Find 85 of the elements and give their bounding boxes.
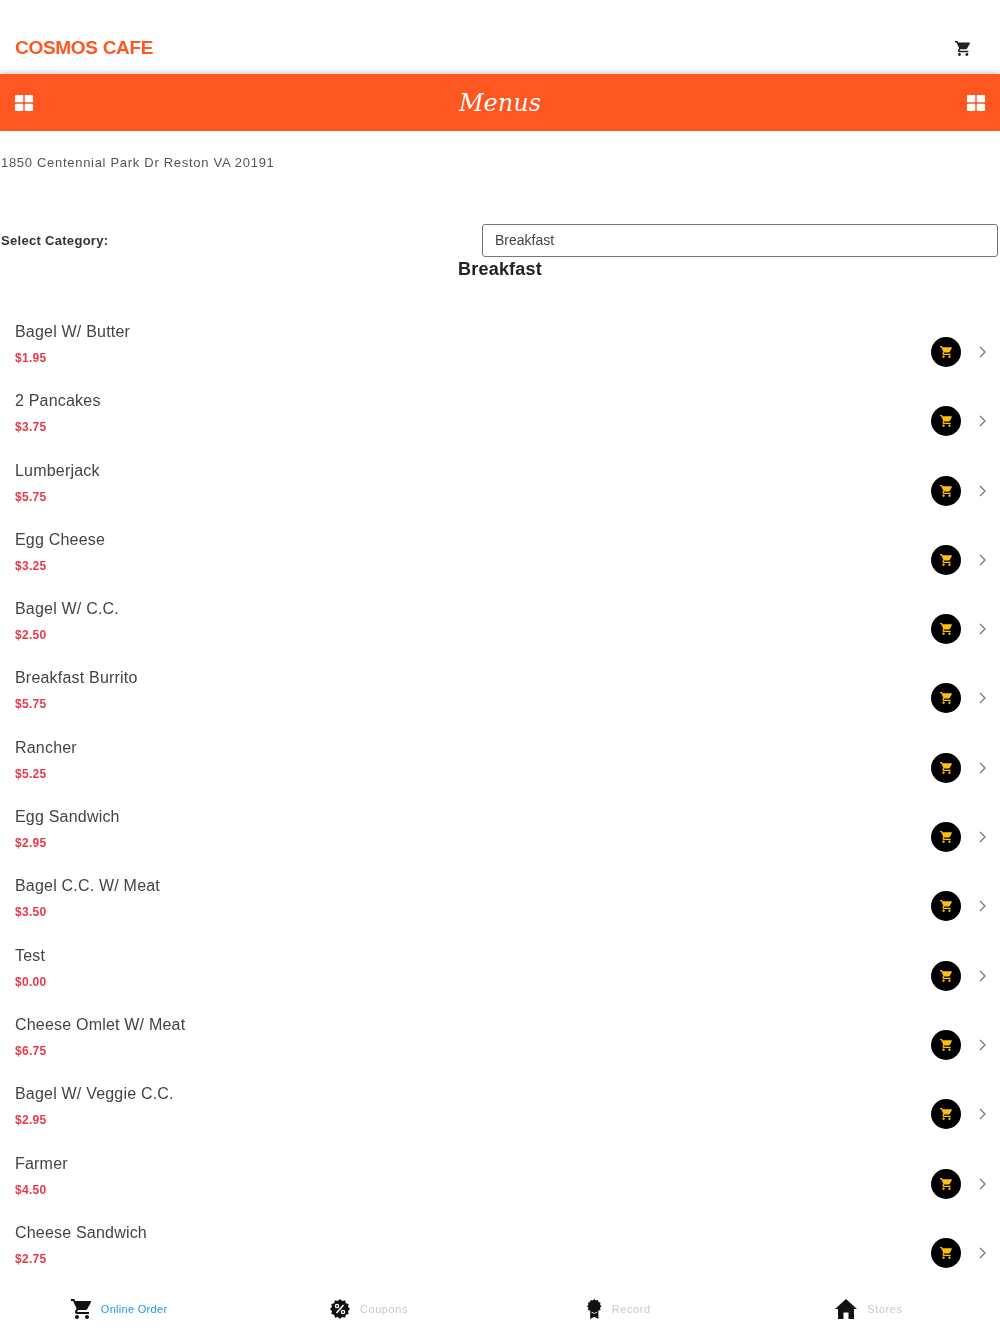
item-name: Egg Sandwich [15,807,120,828]
cart-icon [940,692,952,705]
cart-icon [940,623,952,636]
section-title: Breakfast [458,258,542,280]
add-to-cart-button[interactable] [931,822,961,853]
cart-icon [940,1177,952,1190]
item-price: $6.75 [15,1042,47,1059]
item-name: Cheese Omlet W/ Meat [15,1014,186,1035]
cart-icon [70,1299,91,1319]
cart-icon [955,40,970,56]
item-price: $4.50 [15,1181,47,1198]
item-price: $5.75 [15,696,47,713]
cart-icon [940,1038,952,1051]
add-to-cart-button[interactable] [931,1237,961,1268]
cart-icon [940,831,952,844]
chevron-icon [979,969,986,982]
award-icon [587,1299,602,1319]
chevron-icon [979,623,986,636]
item-price: $0.00 [15,973,47,990]
add-to-cart-button[interactable] [931,1168,961,1199]
item-price: $5.75 [15,488,47,505]
item-name: Bagel C.C. W/ Meat [15,876,160,897]
nav-tab[interactable]: Online Order [70,1299,168,1319]
menu-title: Menus [459,87,541,118]
item-price: $2.75 [15,1250,47,1267]
item-price: $5.25 [15,765,47,782]
add-to-cart-button[interactable] [931,337,961,367]
chevron-icon [979,1246,986,1259]
item-name: Bagel W/ Butter [15,322,131,342]
add-to-cart-button[interactable] [931,960,961,991]
add-to-cart-button[interactable] [931,544,961,575]
add-to-cart-button[interactable] [931,1029,961,1060]
cart-icon [940,900,952,913]
item-name: 2 Pancakes [15,391,101,412]
cart-icon [940,484,952,497]
add-to-cart-button[interactable] [931,1099,961,1130]
home-icon [835,1299,858,1319]
cart-icon [940,1246,952,1259]
item-name: Lumberjack [15,460,100,481]
item-name: Breakfast Burrito [15,668,138,689]
chevron-icon [979,900,986,913]
item-name: Bagel W/ C.C. [15,599,119,620]
store-address: 1850 Centennial Park Dr Reston VA 20191 [0,154,275,171]
chevron-icon [979,553,986,566]
cart-icon [940,415,952,428]
chevron-icon [979,1038,986,1051]
item-name: Cheese Sandwich [15,1222,147,1243]
cart-icon [940,346,952,358]
item-price: $3.75 [15,419,47,436]
item-price: $2.95 [15,835,47,852]
item-name: Farmer [15,1153,68,1174]
item-price: $2.95 [15,1112,47,1129]
cart-icon [940,553,952,566]
cart-button[interactable] [955,40,970,56]
chevron-icon [979,346,986,358]
add-to-cart-button[interactable] [931,891,961,922]
add-to-cart-button[interactable] [931,683,961,714]
cart-icon [940,761,952,774]
chevron-icon [979,761,986,774]
item-price: $1.95 [15,350,47,366]
cart-icon [940,1108,952,1121]
add-to-cart-button[interactable] [931,752,961,783]
chevron-icon [979,1177,986,1190]
category-select[interactable]: Breakfast [482,224,998,257]
chevron-icon [979,415,986,428]
add-to-cart-button[interactable] [931,475,961,506]
item-name: Test [15,945,46,966]
item-name: Egg Cheese [15,529,106,550]
chevron-icon [979,1108,986,1121]
item-name: Bagel W/ Veggie C.C. [15,1084,174,1105]
add-to-cart-button[interactable] [931,614,961,645]
percent-badge-icon [329,1299,350,1319]
grid-icon[interactable] [15,94,33,111]
chevron-icon [979,484,986,497]
item-name: Rancher [15,737,77,758]
item-price: $3.50 [15,904,47,921]
cart-icon [940,969,952,982]
item-price: $3.25 [15,557,47,574]
category-label: Select Category: [0,233,109,248]
add-to-cart-button[interactable] [931,406,961,437]
brand-title: COSMOS CAFE [15,36,154,60]
chevron-icon [979,692,986,705]
chevron-icon [979,831,986,844]
grid-icon[interactable] [967,94,985,111]
item-price: $2.50 [15,627,47,644]
